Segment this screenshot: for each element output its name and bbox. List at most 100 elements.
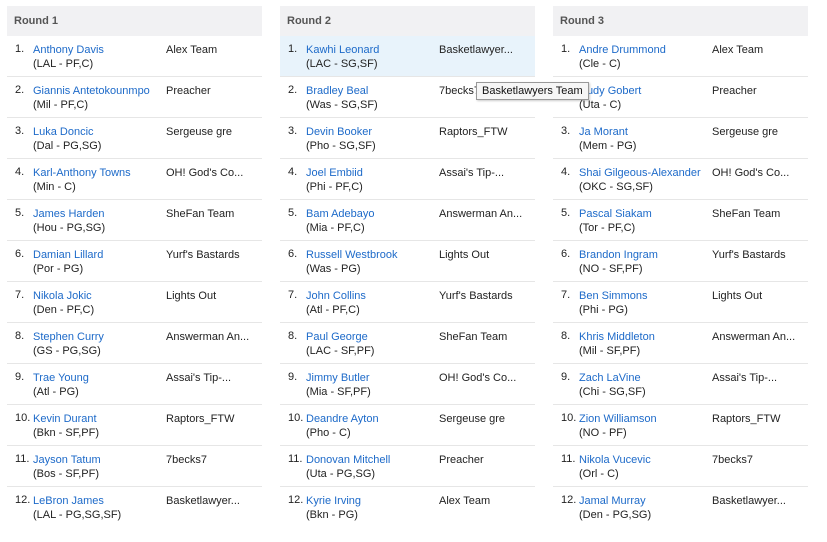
fantasy-team-name: 7becks7 <box>166 454 207 466</box>
fantasy-team-name: Basketlawyer... <box>439 44 513 56</box>
player-team-position: (Phi - PG) <box>579 304 628 316</box>
player-cell: John Collins (Atl - PF,C) <box>306 289 439 317</box>
player-team-position: (Por - PG) <box>33 263 84 275</box>
player-name-link[interactable]: Stephen Curry <box>33 330 166 344</box>
player-name-link[interactable]: Nikola Jokic <box>33 289 166 303</box>
player-name-link[interactable]: Zion Williamson <box>579 412 712 426</box>
player-name-link[interactable]: Kawhi Leonard <box>306 43 439 57</box>
player-name-link[interactable]: Zach LaVine <box>579 371 712 385</box>
pick-number: 10. <box>288 412 304 424</box>
player-name-link[interactable]: Deandre Ayton <box>306 412 439 426</box>
player-cell: Jayson Tatum (Bos - SF,PF) <box>33 453 166 481</box>
pick-row: 3. Ja Morant (Mem - PG) Sergeuse gre <box>553 118 808 159</box>
pick-row: 1. Andre Drummond (Cle - C) Alex Team <box>553 36 808 77</box>
player-name-link[interactable]: Bradley Beal <box>306 84 439 98</box>
pick-number: 2. <box>15 84 25 96</box>
player-name-link[interactable]: Jimmy Butler <box>306 371 439 385</box>
player-name-link[interactable]: Jayson Tatum <box>33 453 166 467</box>
pick-number: 4. <box>561 166 571 178</box>
player-name-link[interactable]: Joel Embiid <box>306 166 439 180</box>
player-cell: Pascal Siakam (Tor - PF,C) <box>579 207 712 235</box>
player-name-link[interactable]: Trae Young <box>33 371 166 385</box>
player-name-link[interactable]: Ja Morant <box>579 125 712 139</box>
player-team-position: (LAC - SG,SF) <box>306 58 378 70</box>
pick-number: 6. <box>288 248 298 260</box>
player-team-position: (Bkn - SF,PF) <box>33 427 100 439</box>
player-name-link[interactable]: Rudy Gobert <box>579 84 712 98</box>
pick-number: 12. <box>561 494 577 506</box>
player-name-link[interactable]: Kevin Durant <box>33 412 166 426</box>
pick-number: 10. <box>561 412 577 424</box>
player-cell: Andre Drummond (Cle - C) <box>579 43 712 71</box>
player-name-link[interactable]: Anthony Davis <box>33 43 166 57</box>
pick-number: 8. <box>288 330 298 342</box>
player-cell: Damian Lillard (Por - PG) <box>33 248 166 276</box>
pick-number: 9. <box>288 371 298 383</box>
player-name-link[interactable]: Jamal Murray <box>579 494 712 508</box>
pick-row: 6. Russell Westbrook (Was - PG) Lights Out <box>280 241 535 282</box>
pick-row: 5. James Harden (Hou - PG,SG) SheFan Team <box>7 200 262 241</box>
pick-row: 11. Donovan Mitchell (Uta - PG,SG) Preacher <box>280 446 535 487</box>
fantasy-team-name: Preacher <box>166 85 211 97</box>
player-name-link[interactable]: Russell Westbrook <box>306 248 439 262</box>
player-team-position: (Mil - SF,PF) <box>579 345 641 357</box>
fantasy-team-name: Assai's Tip-... <box>712 372 778 384</box>
pick-row: 7. Nikola Jokic (Den - PF,C) Lights Out <box>7 282 262 323</box>
fantasy-team-name: OH! God's Co... <box>166 167 244 179</box>
pick-row: 7. Ben Simmons (Phi - PG) Lights Out <box>553 282 808 323</box>
fantasy-team-name: OH! God's Co... <box>439 372 517 384</box>
pick-number: 12. <box>15 494 31 506</box>
player-team-position: (Min - C) <box>33 181 76 193</box>
pick-number: 3. <box>15 125 25 137</box>
player-name-link[interactable]: Khris Middleton <box>579 330 712 344</box>
player-team-position: (LAL - PF,C) <box>33 58 94 70</box>
fantasy-team-name: Answerman An... <box>439 208 523 220</box>
player-name-link[interactable]: Donovan Mitchell <box>306 453 439 467</box>
player-team-position: (Hou - PG,SG) <box>33 222 106 234</box>
player-name-link[interactable]: Nikola Vucevic <box>579 453 712 467</box>
player-team-position: (Den - PG,SG) <box>579 509 652 521</box>
player-name-link[interactable]: Paul George <box>306 330 439 344</box>
player-cell: Bradley Beal (Was - SG,SF) <box>306 84 439 112</box>
player-team-position: (Pho - SG,SF) <box>306 140 376 152</box>
player-name-link[interactable]: Ben Simmons <box>579 289 712 303</box>
round-header: Round 1 <box>7 6 262 36</box>
fantasy-team-name: Sergeuse gre <box>712 126 779 138</box>
player-name-link[interactable]: James Harden <box>33 207 166 221</box>
player-name-link[interactable]: Kyrie Irving <box>306 494 439 508</box>
player-name-link[interactable]: Luka Doncic <box>33 125 166 139</box>
player-cell: Zion Williamson (NO - PF) <box>579 412 712 440</box>
team-tooltip: Basketlawyers Team <box>476 82 589 100</box>
pick-row: 4. Karl-Anthony Towns (Min - C) OH! God's C… <box>7 159 262 200</box>
player-team-position: (Chi - SG,SF) <box>579 386 646 398</box>
player-cell: Jimmy Butler (Mia - SF,PF) <box>306 371 439 399</box>
player-team-position: (Mia - PF,C) <box>306 222 365 234</box>
player-name-link[interactable]: Giannis Antetokounmpo <box>33 84 166 98</box>
player-cell: Khris Middleton (Mil - SF,PF) <box>579 330 712 358</box>
pick-number: 6. <box>561 248 571 260</box>
player-name-link[interactable]: Pascal Siakam <box>579 207 712 221</box>
player-cell: Russell Westbrook (Was - PG) <box>306 248 439 276</box>
pick-row: 11. Nikola Vucevic (Orl - C) 7becks7 <box>553 446 808 487</box>
pick-number: 10. <box>15 412 31 424</box>
fantasy-team-name: Lights Out <box>712 290 763 302</box>
pick-row: 8. Paul George (LAC - SF,PF) SheFan Team <box>280 323 535 364</box>
player-cell: Deandre Ayton (Pho - C) <box>306 412 439 440</box>
player-name-link[interactable]: Devin Booker <box>306 125 439 139</box>
player-name-link[interactable]: Brandon Ingram <box>579 248 712 262</box>
pick-number: 1. <box>288 43 298 55</box>
player-name-link[interactable]: Karl-Anthony Towns <box>33 166 166 180</box>
player-name-link[interactable]: LeBron James <box>33 494 166 508</box>
pick-row: 5. Bam Adebayo (Mia - PF,C) Answerman An... <box>280 200 535 241</box>
player-cell: LeBron James (LAL - PG,SG,SF) <box>33 494 166 522</box>
player-team-position: (Tor - PF,C) <box>579 222 636 234</box>
player-name-link[interactable]: Shai Gilgeous-Alexander <box>579 166 712 180</box>
player-name-link[interactable]: Andre Drummond <box>579 43 712 57</box>
round-header: Round 3 <box>553 6 808 36</box>
player-cell: Kawhi Leonard (LAC - SG,SF) <box>306 43 439 71</box>
player-name-link[interactable]: John Collins <box>306 289 439 303</box>
player-name-link[interactable]: Damian Lillard <box>33 248 166 262</box>
round-column: Round 3 1. Andre Drummond (Cle - C) Alex Tea… <box>553 6 808 528</box>
player-name-link[interactable]: Bam Adebayo <box>306 207 439 221</box>
pick-number: 3. <box>561 125 571 137</box>
